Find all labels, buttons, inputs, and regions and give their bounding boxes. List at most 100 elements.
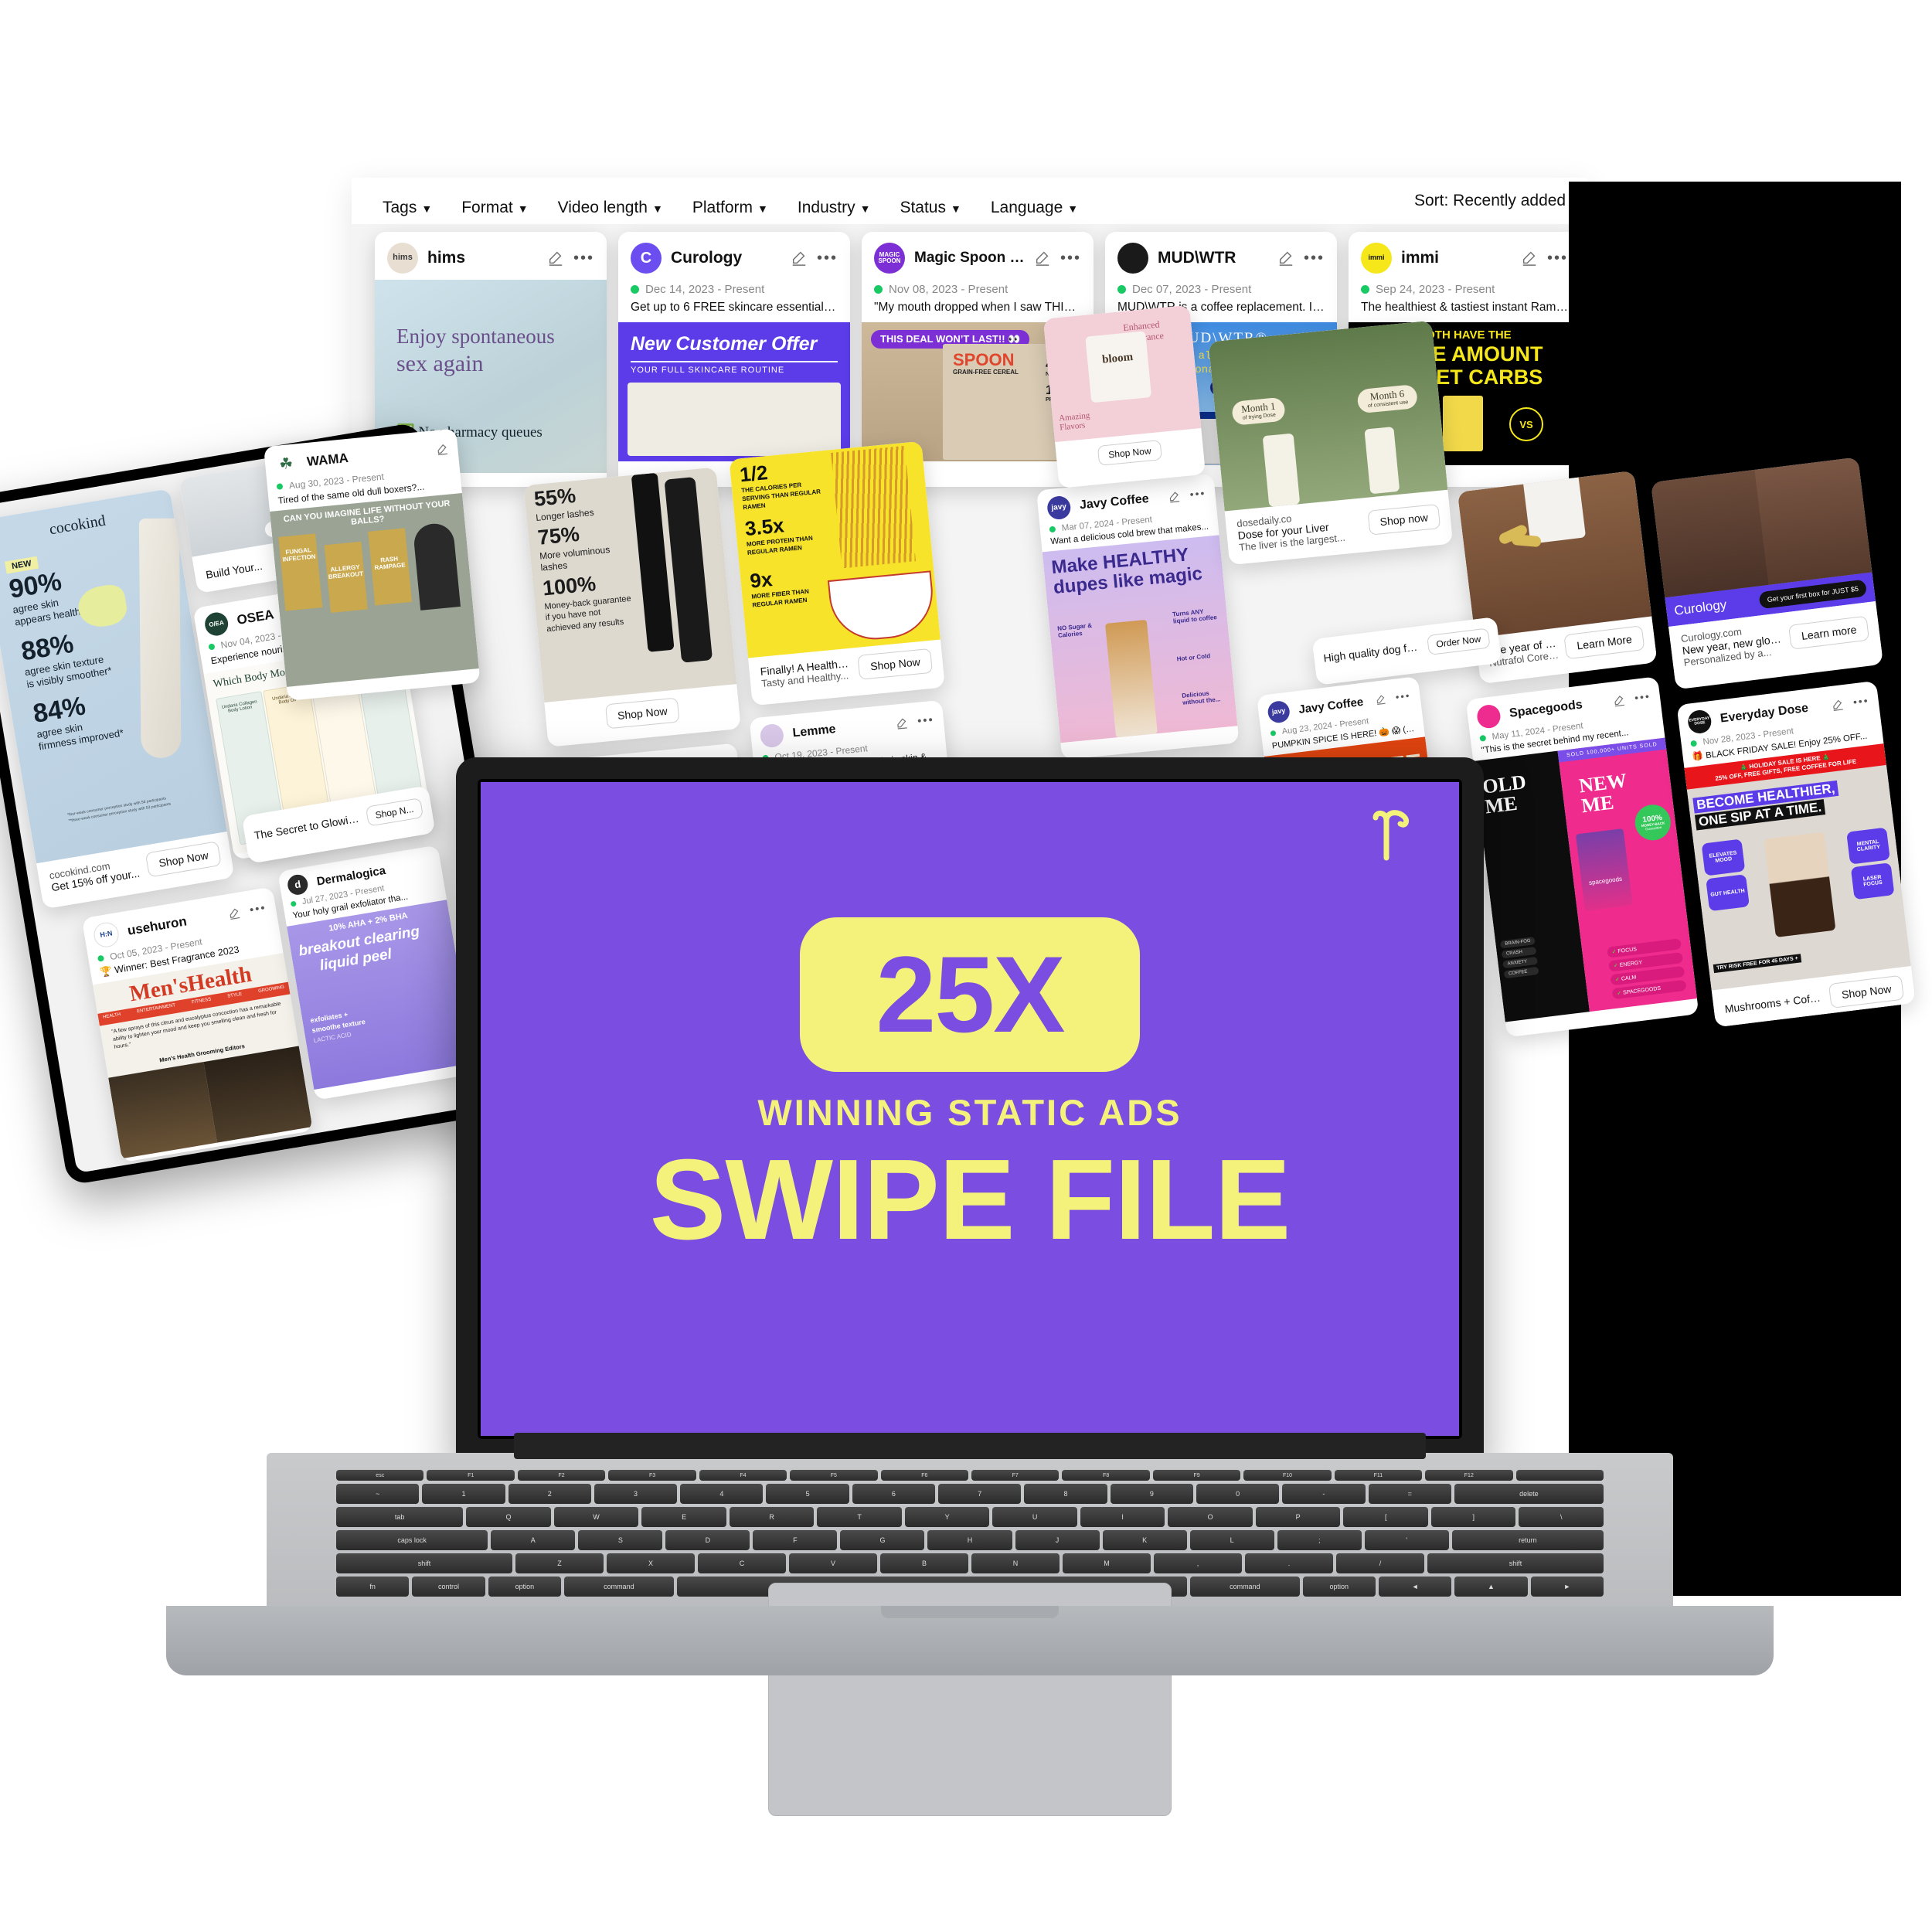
- more-options-icon[interactable]: •••: [1634, 690, 1651, 704]
- key-i[interactable]: I: [1080, 1507, 1165, 1527]
- ad-card-dose-liver[interactable]: Month 1 of trying Dose Month 6 of consis…: [1208, 320, 1454, 566]
- key-f2[interactable]: F2: [517, 1470, 606, 1481]
- key-command-left[interactable]: command: [564, 1577, 674, 1597]
- key-b[interactable]: B: [880, 1553, 968, 1573]
- laptop-keyboard[interactable]: esc F1 F2 F3 F4 F5 F6 F7 F8 F9 F10 F11 F12 ~1 2 3 4 5 6 7 8…: [335, 1470, 1604, 1597]
- more-options-icon[interactable]: •••: [1189, 487, 1206, 501]
- key-9[interactable]: 9: [1110, 1484, 1193, 1504]
- key-f3[interactable]: F3: [608, 1470, 696, 1481]
- key-3[interactable]: 3: [594, 1484, 678, 1504]
- more-options-icon[interactable]: •••: [249, 901, 267, 917]
- key-1[interactable]: 1: [422, 1484, 505, 1504]
- key-a[interactable]: A: [491, 1530, 576, 1550]
- key-u[interactable]: U: [992, 1507, 1077, 1527]
- edit-icon[interactable]: [896, 716, 909, 730]
- more-options-icon[interactable]: •••: [917, 713, 934, 728]
- key-n[interactable]: N: [971, 1553, 1060, 1573]
- edit-icon[interactable]: [547, 250, 564, 267]
- key-shift-left[interactable]: shift: [336, 1553, 512, 1573]
- ad-card-lash[interactable]: 55% Longer lashes 75% More voluminous la…: [523, 467, 741, 747]
- key-j[interactable]: J: [1015, 1530, 1100, 1550]
- ad-card-bloom[interactable]: Enhanced Endurance Amazing Flavors bloom…: [1043, 304, 1206, 488]
- filter-video-length[interactable]: Video length ▼: [558, 199, 663, 217]
- edit-icon[interactable]: [1168, 490, 1181, 503]
- ad-card-curology-results[interactable]: Curology Get your first box for JUST $5 …: [1651, 457, 1883, 690]
- ad-card-spacegoods[interactable]: Spacegoods ••• May 11, 2024 - Present "T…: [1465, 676, 1699, 1038]
- key-command-right[interactable]: command: [1190, 1577, 1300, 1597]
- key-return[interactable]: return: [1451, 1530, 1604, 1550]
- key-esc[interactable]: esc: [336, 1470, 424, 1481]
- key-backtick[interactable]: ~: [336, 1484, 420, 1504]
- key-option-right[interactable]: option: [1302, 1577, 1376, 1597]
- ad-card-dermalogica[interactable]: d Dermalogica Jul 27, 2023 - Present You…: [277, 845, 476, 1100]
- edit-icon[interactable]: [1521, 250, 1538, 267]
- key-y[interactable]: Y: [904, 1507, 990, 1527]
- shop-now-button[interactable]: Shop Now: [604, 697, 680, 730]
- key-d[interactable]: D: [665, 1530, 750, 1550]
- key-f11[interactable]: F11: [1334, 1470, 1423, 1481]
- key-o[interactable]: O: [1168, 1507, 1253, 1527]
- edit-icon[interactable]: [1613, 693, 1627, 707]
- more-options-icon[interactable]: •••: [1060, 250, 1081, 266]
- shop-now-button[interactable]: Shop Now: [145, 841, 222, 878]
- ad-card-javy-dupes[interactable]: javy Javy Coffee ••• Mar 07, 2024 - Pres…: [1036, 473, 1240, 760]
- key-v[interactable]: V: [789, 1553, 877, 1573]
- sort-dropdown[interactable]: Sort: Recently added▼: [1414, 192, 1581, 210]
- key-m[interactable]: M: [1063, 1553, 1151, 1573]
- key-comma[interactable]: ,: [1154, 1553, 1242, 1573]
- filter-status[interactable]: Status ▼: [900, 199, 961, 217]
- key-arrow-right[interactable]: ►: [1530, 1577, 1604, 1597]
- key-delete[interactable]: delete: [1454, 1484, 1604, 1504]
- key-control[interactable]: control: [412, 1577, 485, 1597]
- filter-platform[interactable]: Platform ▼: [692, 199, 768, 217]
- key-minus[interactable]: -: [1282, 1484, 1366, 1504]
- key-power[interactable]: [1515, 1470, 1604, 1481]
- key-8[interactable]: 8: [1024, 1484, 1107, 1504]
- key-c[interactable]: C: [698, 1553, 786, 1573]
- shop-now-button[interactable]: Shop Now: [1828, 975, 1905, 1009]
- key-p[interactable]: P: [1255, 1507, 1341, 1527]
- key-option-left[interactable]: option: [488, 1577, 562, 1597]
- key-l[interactable]: L: [1189, 1530, 1274, 1550]
- shop-now-button[interactable]: Shop Now: [857, 648, 934, 680]
- key-7[interactable]: 7: [938, 1484, 1022, 1504]
- key-e[interactable]: E: [641, 1507, 726, 1527]
- filter-language[interactable]: Language ▼: [991, 199, 1078, 217]
- order-now-button[interactable]: Order Now: [1427, 628, 1491, 655]
- key-k[interactable]: K: [1102, 1530, 1187, 1550]
- edit-icon[interactable]: [1831, 698, 1845, 712]
- filter-tags[interactable]: Tags ▼: [383, 199, 432, 217]
- key-h[interactable]: H: [927, 1530, 1012, 1550]
- key-f12[interactable]: F12: [1425, 1470, 1513, 1481]
- more-options-icon[interactable]: •••: [1852, 694, 1870, 708]
- key-q[interactable]: Q: [466, 1507, 551, 1527]
- key-f4[interactable]: F4: [699, 1470, 787, 1481]
- key-5[interactable]: 5: [766, 1484, 849, 1504]
- filter-format[interactable]: Format ▼: [461, 199, 528, 217]
- filter-industry[interactable]: Industry ▼: [798, 199, 871, 217]
- ad-card-immi-stats[interactable]: 1/2 THE CALORIES PER SERVING THAN REGULA…: [729, 440, 945, 706]
- key-bracket-right[interactable]: ]: [1430, 1507, 1516, 1527]
- more-options-icon[interactable]: •••: [573, 250, 594, 266]
- key-arrow-updown[interactable]: ▲: [1454, 1577, 1528, 1597]
- edit-icon[interactable]: [1034, 250, 1051, 267]
- key-period[interactable]: .: [1245, 1553, 1333, 1573]
- key-f8[interactable]: F8: [1062, 1470, 1150, 1481]
- more-options-icon[interactable]: •••: [1395, 690, 1411, 703]
- key-f7[interactable]: F7: [971, 1470, 1060, 1481]
- key-g[interactable]: G: [840, 1530, 925, 1550]
- more-options-icon[interactable]: •••: [1547, 250, 1568, 266]
- key-f6[interactable]: F6: [880, 1470, 968, 1481]
- edit-icon[interactable]: [1277, 250, 1294, 267]
- key-6[interactable]: 6: [852, 1484, 936, 1504]
- edit-icon[interactable]: [436, 442, 449, 455]
- learn-more-button[interactable]: Learn More: [1563, 625, 1645, 660]
- ad-card-everyday-dose[interactable]: EVERYDAY DOSE Everyday Dose ••• Nov 28, …: [1676, 680, 1916, 1028]
- edit-icon[interactable]: [227, 906, 241, 920]
- learn-more-button[interactable]: Learn more: [1788, 615, 1870, 650]
- shop-now-button[interactable]: Shop N...: [365, 798, 424, 827]
- key-w[interactable]: W: [553, 1507, 639, 1527]
- more-options-icon[interactable]: •••: [817, 250, 838, 266]
- edit-icon[interactable]: [1375, 693, 1387, 706]
- key-backslash[interactable]: \: [1519, 1507, 1604, 1527]
